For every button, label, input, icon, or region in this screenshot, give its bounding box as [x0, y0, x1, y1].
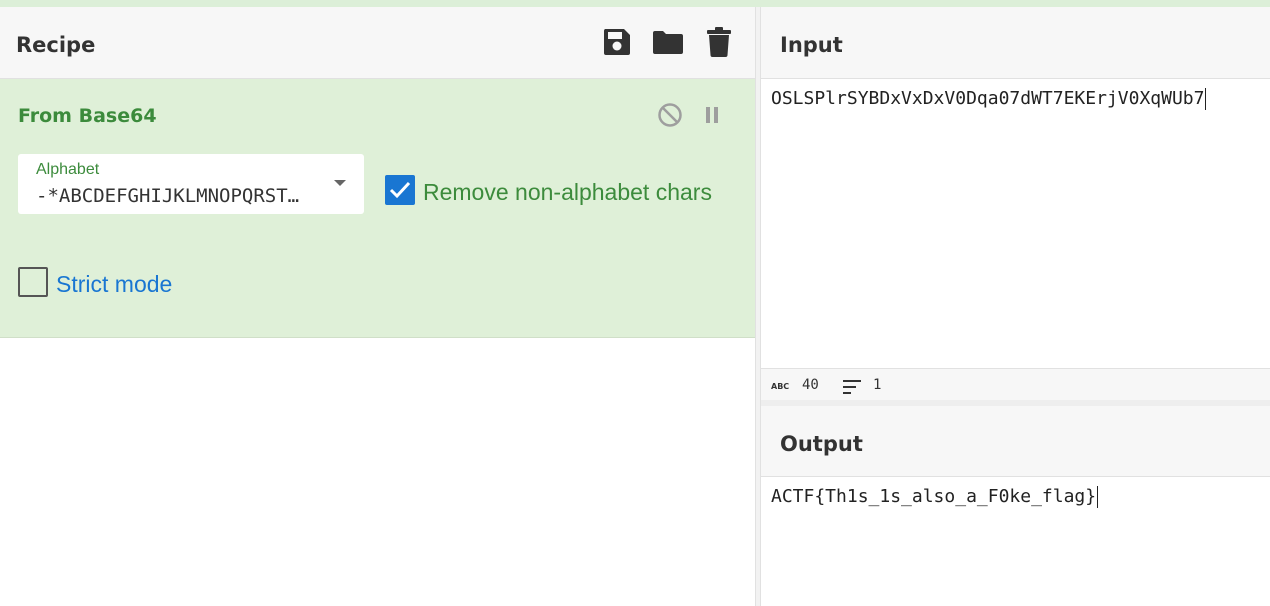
recipe-title: Recipe: [16, 33, 96, 57]
alphabet-value: -*ABCDEFGHIJKLMNOPQRSTUVWXYZ: [36, 185, 301, 207]
text-cursor: [1097, 486, 1099, 508]
save-recipe-button[interactable]: [600, 25, 634, 59]
clear-recipe-button[interactable]: [702, 25, 736, 59]
input-pane: Input OSLSPlrSYBDxVxDxV0Dqa07dWT7EKErjV0…: [761, 7, 1270, 400]
check-icon: [389, 181, 411, 199]
input-length: 40: [802, 377, 819, 393]
input-status-bar: ABC 40 1: [761, 368, 1270, 400]
strict-mode-checkbox[interactable]: [18, 267, 48, 297]
remove-non-alphabet-checkbox[interactable]: [385, 175, 415, 205]
breakpoint-button[interactable]: [697, 100, 727, 130]
alphabet-label: Alphabet: [36, 161, 100, 178]
trash-icon: [707, 27, 731, 57]
alphabet-select[interactable]: Alphabet -*ABCDEFGHIJKLMNOPQRSTUVWXYZ: [18, 154, 364, 214]
strict-mode-label[interactable]: Strict mode: [56, 271, 172, 298]
top-strip: [0, 0, 1270, 7]
disable-operation-button[interactable]: [655, 100, 685, 130]
output-header: Output: [761, 406, 1270, 477]
output-textarea[interactable]: ACTF{Th1s_1s_also_a_F0ke_flag}: [771, 486, 1099, 508]
input-textarea[interactable]: OSLSPlrSYBDxVxDxV0Dqa07dWT7EKErjV0XqWUb7: [771, 88, 1207, 110]
input-title: Input: [780, 33, 843, 57]
save-icon: [603, 29, 630, 55]
recipe-pane: Recipe From Base64 Alphabet -*ABCDEFGHIJ…: [0, 7, 755, 606]
lines-icon: [843, 380, 861, 394]
folder-icon: [653, 31, 683, 54]
input-lines: 1: [873, 377, 882, 393]
operation-title: From Base64: [18, 105, 157, 127]
input-text: OSLSPlrSYBDxVxDxV0Dqa07dWT7EKErjV0XqWUb7: [771, 88, 1205, 109]
remove-non-alphabet-label[interactable]: Remove non-alphabet chars: [423, 179, 712, 206]
disable-icon: [658, 103, 682, 127]
output-title: Output: [780, 432, 863, 456]
operation-from-base64[interactable]: From Base64 Alphabet -*ABCDEFGHIJKLMNOPQ…: [0, 79, 755, 338]
text-cursor: [1205, 88, 1207, 110]
input-header: Input: [761, 7, 1270, 79]
svg-text:ABC: ABC: [771, 382, 789, 390]
chevron-down-icon: [334, 180, 346, 186]
load-recipe-button[interactable]: [651, 25, 685, 59]
output-text: ACTF{Th1s_1s_also_a_F0ke_flag}: [771, 486, 1097, 507]
abc-length-icon: ABC: [771, 382, 789, 390]
pause-icon: [706, 107, 718, 123]
recipe-header: Recipe: [0, 7, 755, 79]
output-pane: Output ACTF{Th1s_1s_also_a_F0ke_flag}: [761, 406, 1270, 606]
